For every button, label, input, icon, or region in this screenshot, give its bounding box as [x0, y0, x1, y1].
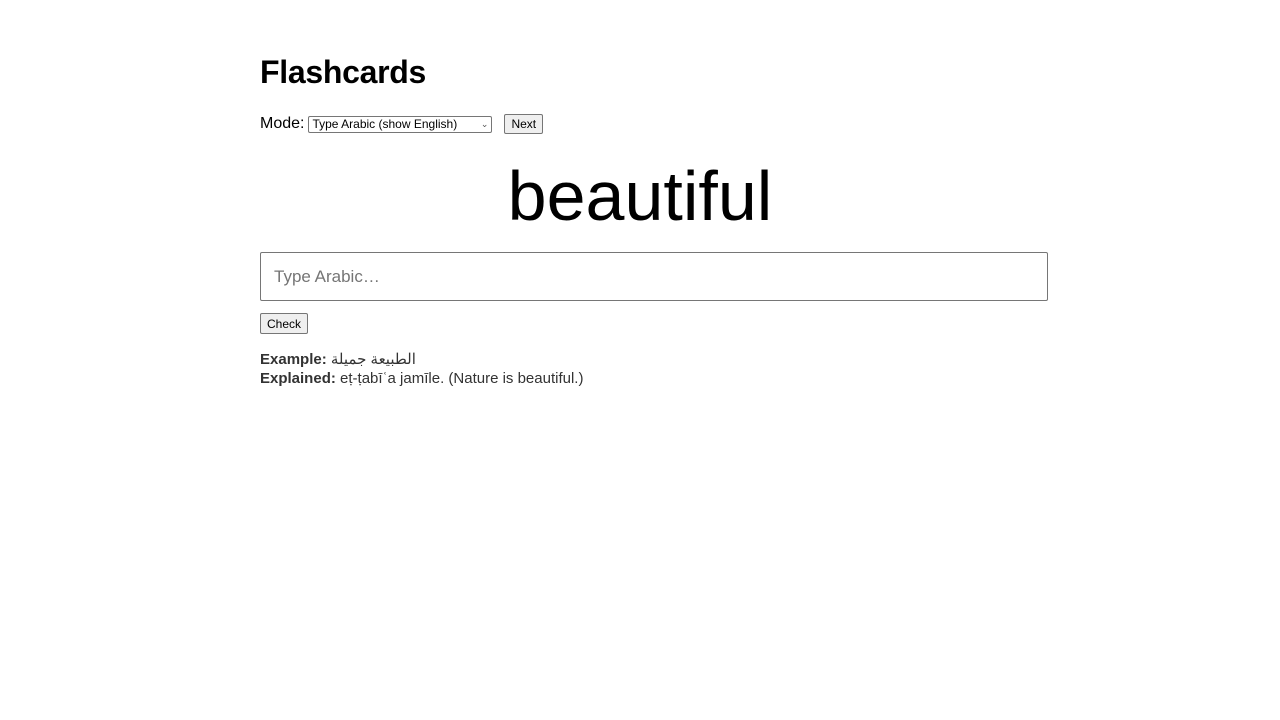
check-button[interactable]: Check: [260, 313, 309, 334]
flashcard-word: beautiful: [507, 157, 773, 235]
mode-row: Mode: Type Arabic (show English) ⌄ Next: [260, 114, 544, 134]
mode-label: Mode:: [260, 115, 305, 132]
mode-selected-value: Type Arabic (show English): [312, 117, 458, 131]
answer-input[interactable]: [260, 252, 1048, 301]
mode-select[interactable]: Type Arabic (show English) ⌄: [308, 115, 493, 133]
example-block: Example: الطبيعة جميلة Explained: eṭ-ṭab…: [260, 350, 583, 388]
next-button[interactable]: Next: [504, 114, 544, 134]
explained-text: eṭ-ṭabīʿa jamīle. (Nature is beautiful.): [340, 370, 584, 387]
example-text: الطبيعة جميلة: [330, 351, 416, 368]
explained-label: Explained:: [260, 370, 336, 387]
example-label: Example:: [260, 351, 327, 368]
chevron-down-icon: ⌄: [480, 118, 489, 129]
page-title: Flashcards: [260, 54, 426, 90]
